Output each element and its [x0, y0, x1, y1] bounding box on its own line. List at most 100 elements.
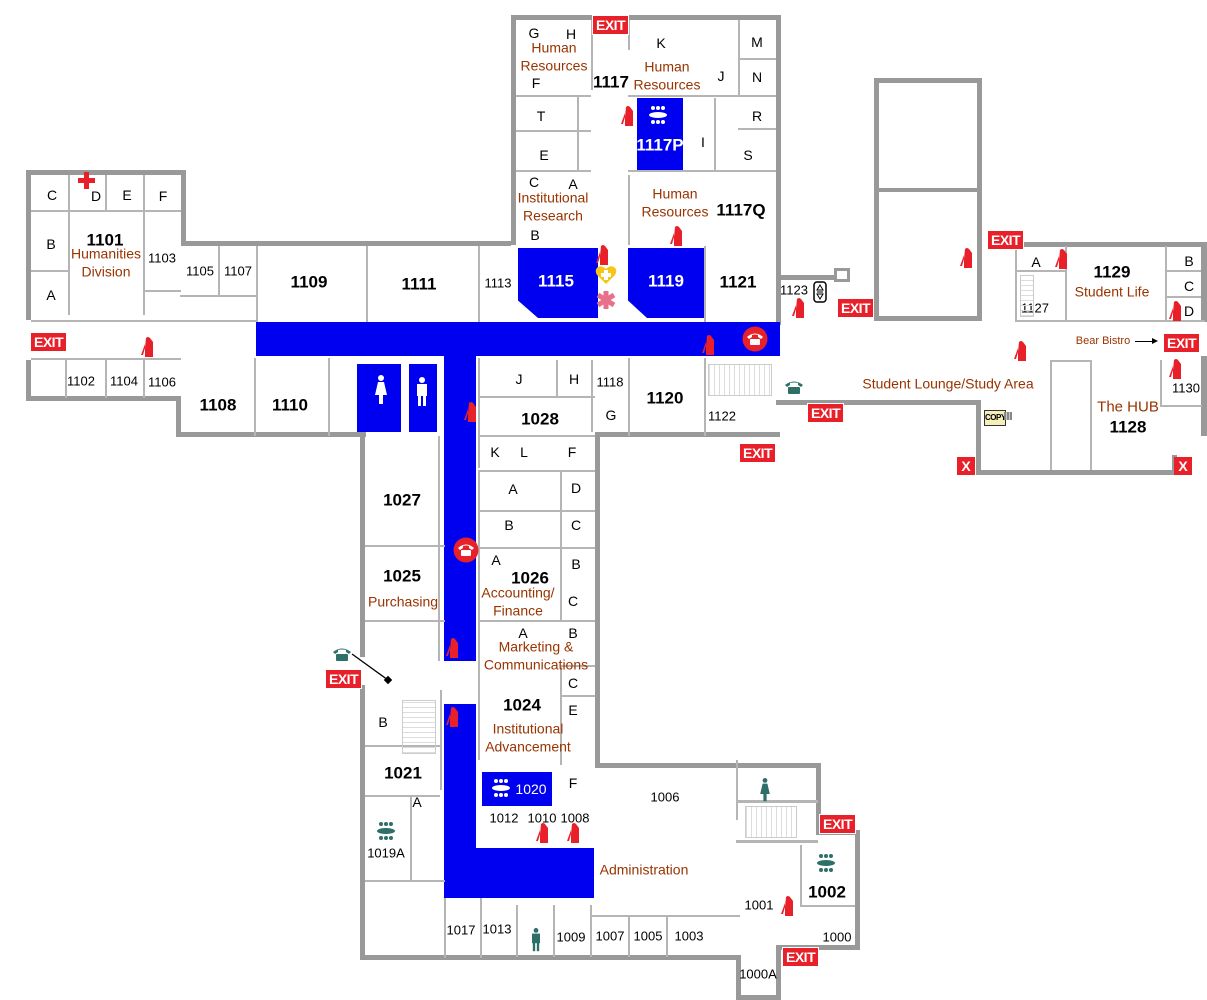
- accounting-finance-label: Accounting/ Finance: [481, 584, 555, 619]
- copier-tray-icon: [1004, 412, 1012, 420]
- purchasing-label: Purchasing: [367, 593, 439, 610]
- wall: [480, 470, 595, 472]
- wall: [976, 470, 1176, 475]
- wall: [628, 915, 630, 957]
- room-label: C: [528, 174, 540, 190]
- wall: [365, 545, 445, 547]
- wall: [26, 396, 181, 401]
- fire-extinguisher-icon: [960, 248, 972, 268]
- room-label-1007: 1007: [595, 928, 625, 944]
- fire-extinguisher-icon: [792, 298, 804, 318]
- room-label: G: [528, 25, 540, 41]
- room-label: B: [46, 236, 56, 252]
- wall: [800, 845, 802, 905]
- wall: [595, 763, 820, 768]
- room-label: F: [531, 75, 541, 91]
- wall: [254, 358, 256, 436]
- wall: [105, 175, 107, 210]
- room-label: M: [751, 34, 763, 50]
- conference-room-icon: [377, 822, 395, 840]
- floor-plan-map: C D E F B A 1101 Humanities Division 110…: [0, 0, 1207, 1000]
- public-phone-icon: [785, 381, 803, 394]
- room-label-1122: 1122: [708, 408, 736, 424]
- wall: [516, 130, 591, 132]
- room-label: F: [568, 775, 578, 791]
- wall: [1050, 360, 1052, 470]
- wall: [1165, 246, 1167, 322]
- room-label: D: [1183, 303, 1195, 319]
- stairs: [402, 700, 436, 754]
- wall: [738, 128, 776, 130]
- room-label-1129: 1129: [1093, 262, 1131, 282]
- room-label-1012: 1012: [489, 810, 519, 826]
- wall: [553, 905, 555, 957]
- room-label: B: [1184, 253, 1194, 269]
- institutional-advancement-label: Institutional Advancement: [485, 720, 571, 755]
- room-label-1117P: 1117P: [636, 135, 684, 155]
- room-label: D: [570, 480, 582, 496]
- fire-extinguisher-icon: [670, 226, 682, 246]
- room-label-1003: 1003: [674, 928, 704, 944]
- wall: [1014, 242, 1207, 247]
- exit-sign: EXIT: [987, 230, 1025, 250]
- wall: [736, 760, 738, 820]
- wall: [218, 246, 220, 296]
- elevator-icon: [813, 281, 827, 303]
- wall: [1165, 270, 1201, 272]
- wall: [360, 685, 365, 960]
- room-label-1005: 1005: [633, 928, 663, 944]
- wall: [1201, 356, 1207, 436]
- wall: [1201, 242, 1207, 322]
- room-label: L: [520, 444, 528, 460]
- wall: [1090, 360, 1092, 470]
- stairs: [745, 806, 797, 838]
- wall: [26, 360, 31, 400]
- marketing-communications-label: Marketing & Communications: [483, 638, 589, 673]
- wall: [738, 58, 776, 60]
- room-label: C: [567, 593, 579, 609]
- room-label-1017: 1017: [446, 922, 476, 938]
- wall: [256, 246, 258, 322]
- emergency-phone-icon: [453, 537, 479, 563]
- room-label: T: [536, 108, 546, 124]
- room-label-1109: 1109: [290, 272, 328, 292]
- human-resources-label: Human Resources: [641, 185, 709, 220]
- wall: [365, 880, 445, 882]
- wall: [181, 241, 511, 246]
- admin-corridor: [444, 848, 594, 898]
- room-label: A: [46, 287, 56, 303]
- room-label: J: [515, 371, 523, 387]
- room-label: A: [491, 552, 501, 568]
- room-label-1110: 1110: [272, 395, 308, 415]
- wall: [365, 620, 445, 622]
- room-label: S: [743, 147, 753, 163]
- wall: [736, 800, 818, 803]
- fire-extinguisher-icon: [536, 823, 548, 843]
- the-hub-label: The HUB: [1097, 398, 1159, 416]
- medical-star-icon: [596, 291, 616, 309]
- wall: [31, 270, 69, 272]
- wall: [1015, 270, 1065, 272]
- wall: [556, 360, 558, 396]
- room-label-1123: 1123: [780, 282, 808, 298]
- room-label-1000: 1000: [822, 929, 852, 945]
- wall: [577, 95, 579, 170]
- wall: [105, 360, 107, 398]
- student-life-label: Student Life: [1074, 283, 1150, 300]
- room-label-1130: 1130: [1172, 380, 1200, 396]
- room-label-1121: 1121: [719, 272, 757, 292]
- room-label: B: [530, 227, 540, 243]
- room-label-1120: 1120: [646, 388, 684, 408]
- wall: [560, 695, 595, 697]
- wall: [855, 830, 860, 950]
- wall: [478, 246, 480, 322]
- room-label-1019A: 1019A: [367, 845, 405, 861]
- wall: [1050, 360, 1090, 362]
- room-label: C: [1183, 278, 1195, 294]
- fire-extinguisher-icon: [1055, 249, 1067, 269]
- room-label-1013: 1013: [482, 921, 512, 937]
- fire-extinguisher-icon: [621, 106, 633, 126]
- wall: [511, 15, 781, 20]
- wall: [1160, 360, 1162, 405]
- room-label: E: [122, 187, 132, 203]
